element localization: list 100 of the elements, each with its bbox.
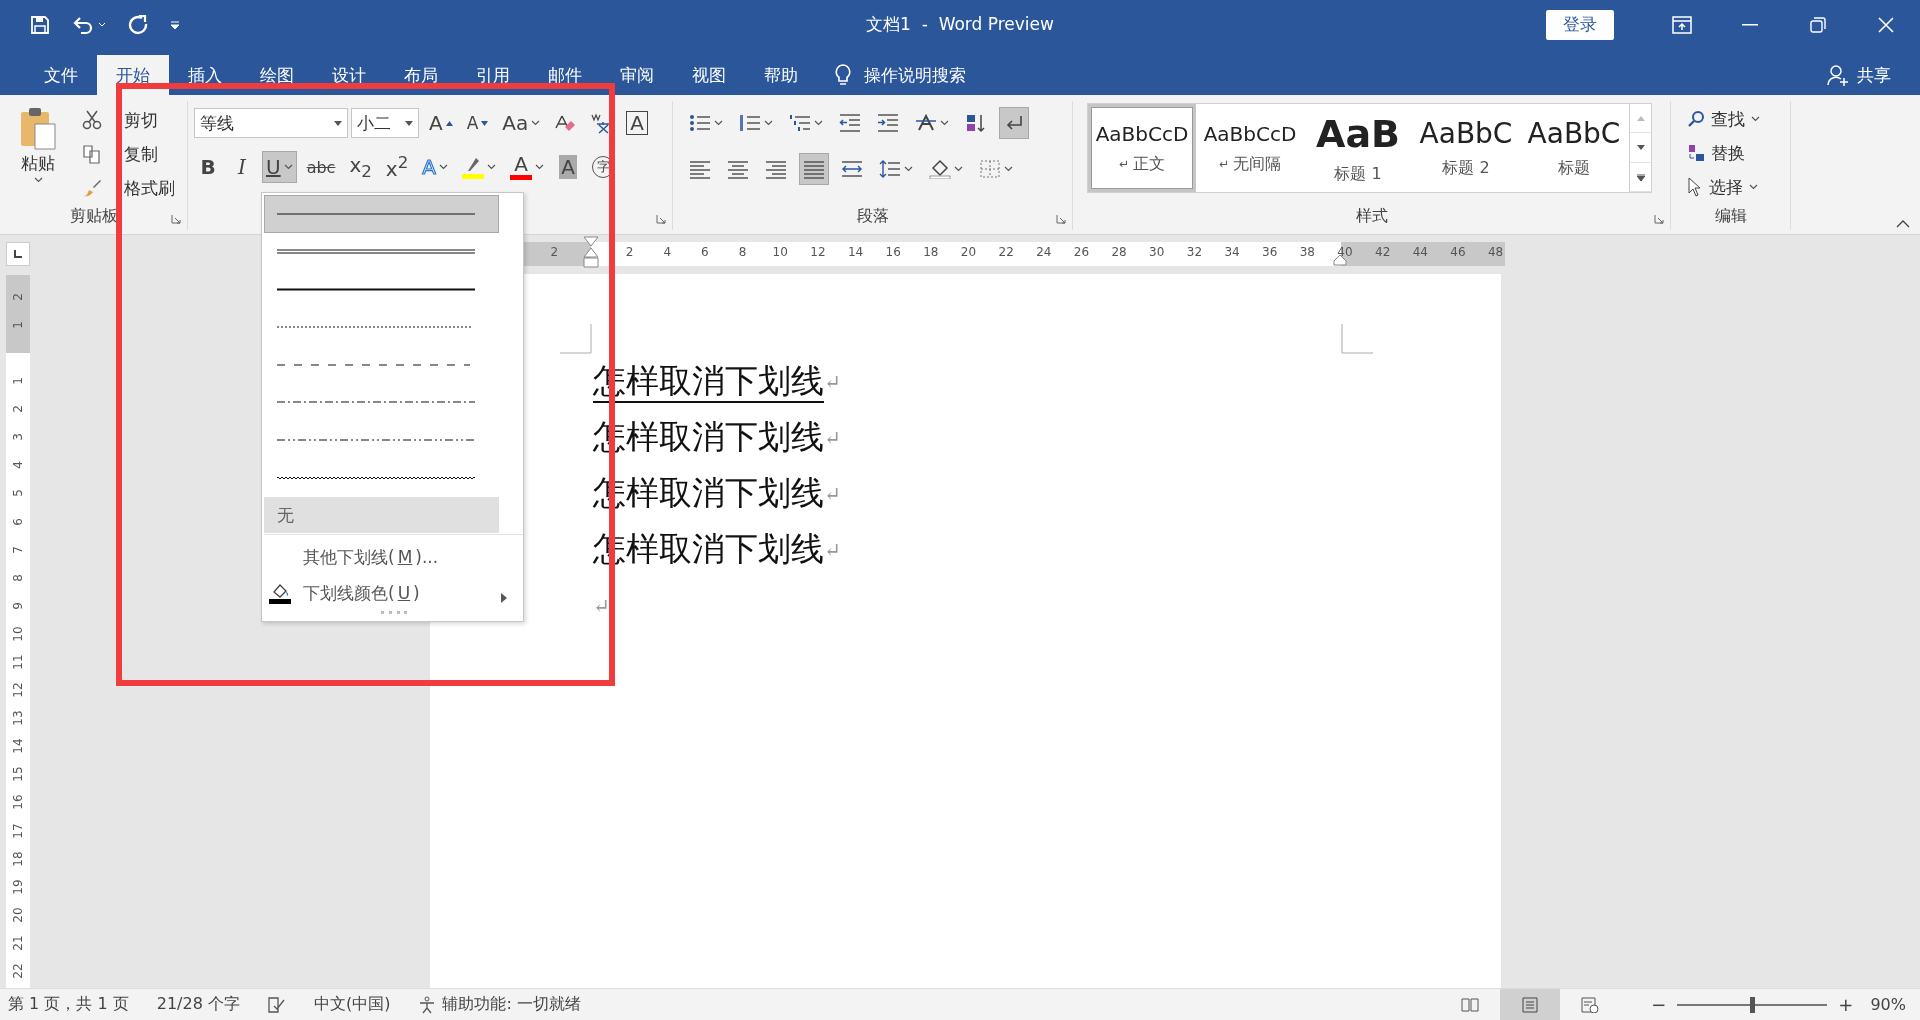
style-item[interactable]: AaBbC 标题 xyxy=(1520,104,1628,192)
redo-icon[interactable] xyxy=(128,13,148,36)
person-add-icon[interactable] xyxy=(1827,64,1849,86)
caret-icon[interactable] xyxy=(1004,166,1013,172)
justify-button[interactable] xyxy=(799,153,829,185)
paste-button[interactable]: 粘贴 xyxy=(10,105,66,206)
find-button[interactable]: 查找 xyxy=(1683,105,1764,133)
up-triangle-icon[interactable] xyxy=(445,120,453,126)
italic-button[interactable]: I xyxy=(228,151,256,183)
style-item[interactable]: AaBbCcD ↵ 正文 xyxy=(1088,104,1196,192)
text-direction-icon[interactable] xyxy=(915,113,937,133)
underline-color-item[interactable]: 下划线颜色( U ) xyxy=(264,575,523,611)
format-painter-button[interactable]: 格式刷 xyxy=(78,173,179,203)
grow-font-button[interactable]: A xyxy=(425,107,457,139)
dropdown-caret-icon[interactable] xyxy=(405,120,413,126)
customize-icon[interactable] xyxy=(170,20,180,29)
multilevel-list-icon[interactable] xyxy=(789,113,811,133)
font-name-field[interactable]: 等线 xyxy=(194,108,348,138)
dropdown-caret-icon[interactable] xyxy=(334,120,342,126)
justify-icon[interactable] xyxy=(803,159,825,179)
pointer-icon[interactable] xyxy=(1687,177,1703,197)
ribbon-tab[interactable]: 邮件 xyxy=(529,55,601,95)
caret-icon[interactable] xyxy=(439,164,448,170)
tell-me-search[interactable]: 操作说明搜索 xyxy=(833,55,967,95)
zoom-level[interactable]: 90% xyxy=(1870,995,1906,1014)
minimize-icon[interactable] xyxy=(1742,23,1758,26)
caret-icon[interactable] xyxy=(714,120,723,126)
no-underline-option[interactable]: 无 xyxy=(264,496,499,534)
replace-icon[interactable] xyxy=(1687,144,1705,162)
caret-icon[interactable] xyxy=(33,177,43,183)
align-center-icon[interactable] xyxy=(727,159,749,179)
caret-icon[interactable] xyxy=(764,120,773,126)
shrink-font-button[interactable]: A xyxy=(462,107,493,139)
undo-icon[interactable] xyxy=(72,14,94,35)
zoom-out-button[interactable]: − xyxy=(1644,993,1674,1016)
font-size-field[interactable]: 小二 xyxy=(351,108,419,138)
word-count[interactable]: 21/28 个字 xyxy=(156,994,240,1015)
scissors-icon[interactable] xyxy=(82,110,102,130)
down-triangle-icon[interactable] xyxy=(481,120,489,126)
style-item[interactable]: AaB 标题 1 xyxy=(1304,104,1412,192)
caret-icon[interactable] xyxy=(531,120,541,126)
dialog-launcher-icon[interactable] xyxy=(171,214,181,224)
ribbon-display-icon[interactable] xyxy=(1672,15,1692,34)
increase-indent-icon[interactable] xyxy=(877,113,899,133)
copy-button[interactable]: 复制 xyxy=(78,139,179,169)
eraser-icon[interactable] xyxy=(554,113,577,133)
ribbon-tab[interactable]: 视图 xyxy=(673,55,745,95)
page-count[interactable]: 第 1 页，共 1 页 xyxy=(8,994,129,1015)
book-icon[interactable] xyxy=(1461,997,1480,1012)
share-button[interactable]: 共享 xyxy=(1826,55,1892,95)
style-item[interactable]: AaBbC 标题 2 xyxy=(1412,104,1520,192)
caret-icon[interactable] xyxy=(904,166,913,172)
login-button[interactable]: 登录 xyxy=(1546,9,1614,40)
caret-icon[interactable] xyxy=(940,120,949,126)
paint-bucket-icon[interactable] xyxy=(269,582,291,605)
ribbon-tab[interactable]: 审阅 xyxy=(601,55,673,95)
ribbon-tab[interactable]: 插入 xyxy=(169,55,241,95)
ribbon-tab[interactable]: 帮助 xyxy=(745,55,817,95)
language-status[interactable]: 中文(中国) xyxy=(313,994,391,1015)
close-icon[interactable] xyxy=(1878,16,1894,33)
caret-icon[interactable] xyxy=(1751,116,1760,122)
caret-icon[interactable] xyxy=(535,164,544,170)
style-item[interactable]: AaBbCcD ↵ 无间隔 xyxy=(1196,104,1304,192)
underline-button[interactable]: U xyxy=(262,151,297,183)
more-underlines-item[interactable]: 其他下划线( M )... xyxy=(264,539,523,576)
tab-selector[interactable] xyxy=(6,242,30,266)
ribbon-tab[interactable]: 设计 xyxy=(313,55,385,95)
caret-icon[interactable] xyxy=(283,164,293,170)
right-indent-marker-icon[interactable] xyxy=(1333,254,1347,266)
submenu-arrow-icon[interactable] xyxy=(501,593,507,604)
sort-icon[interactable] xyxy=(965,113,987,133)
zoom-in-button[interactable]: + xyxy=(1831,993,1861,1016)
ribbon-tab[interactable]: 引用 xyxy=(457,55,529,95)
lightbulb-icon[interactable] xyxy=(834,63,852,87)
down-triangle-icon[interactable] xyxy=(1636,145,1645,151)
accessibility-icon[interactable] xyxy=(418,995,437,1014)
bold-button[interactable]: B xyxy=(194,151,222,183)
zoom-slider-thumb[interactable] xyxy=(1750,996,1756,1013)
restore-icon[interactable] xyxy=(1810,16,1826,33)
character-shading-button[interactable]: A xyxy=(554,151,582,183)
expand-icon[interactable] xyxy=(1636,173,1645,181)
numbered-list-icon[interactable] xyxy=(739,113,761,133)
align-right-icon[interactable] xyxy=(765,159,787,179)
save-icon[interactable] xyxy=(30,14,50,35)
dialog-launcher-icon[interactable] xyxy=(656,214,666,224)
bullet-list-icon[interactable] xyxy=(689,113,711,133)
web-page-icon[interactable] xyxy=(1581,996,1600,1013)
distributed-icon[interactable] xyxy=(841,159,863,179)
change-case-button[interactable]: Aa xyxy=(498,107,545,139)
paint-bucket-icon[interactable] xyxy=(929,159,951,179)
collapse-ribbon-icon[interactable] xyxy=(1896,220,1910,228)
proofing-icon[interactable] xyxy=(267,996,286,1013)
clipboard-icon[interactable] xyxy=(20,106,56,150)
strikethrough-button[interactable]: abc xyxy=(302,151,340,183)
dialog-launcher-icon[interactable] xyxy=(1654,214,1664,224)
caret-icon[interactable] xyxy=(487,164,496,170)
caret-icon[interactable] xyxy=(1749,184,1758,190)
cut-button[interactable]: 剪切 xyxy=(78,105,179,135)
marks-button[interactable] xyxy=(999,107,1029,139)
copy-icon[interactable] xyxy=(82,144,102,164)
